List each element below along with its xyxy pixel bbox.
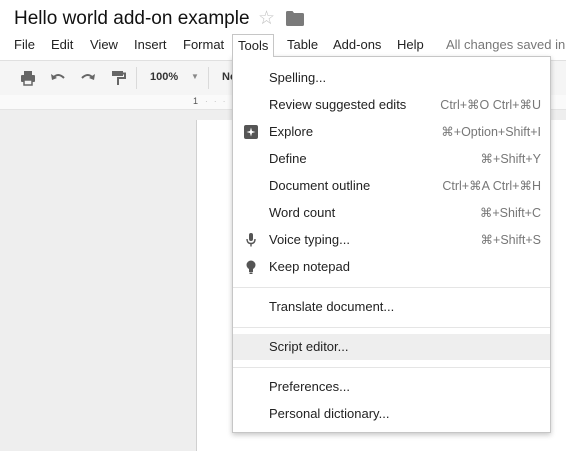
zoom-select[interactable]: 100% [150, 71, 178, 83]
menu-item-label: Spelling... [269, 70, 327, 85]
tools-menu: Spelling... Review suggested edits Ctrl+… [232, 56, 551, 433]
menu-item-label: Review suggested edits [269, 97, 407, 112]
menu-item-document-outline[interactable]: Document outline Ctrl+⌘A Ctrl+⌘H [233, 173, 550, 199]
menu-separator [233, 287, 550, 288]
menu-item-shortcut: ⌘+Shift+Y [480, 152, 541, 166]
star-icon[interactable]: ☆ [258, 7, 275, 30]
menu-item-explore[interactable]: Explore ⌘+Option+Shift+I [233, 119, 550, 145]
menu-table[interactable]: Table [287, 34, 318, 56]
menu-item-shortcut: ⌘+Option+Shift+I [441, 125, 541, 139]
menu-edit[interactable]: Edit [51, 34, 73, 56]
menu-file[interactable]: File [14, 34, 35, 56]
microphone-icon [246, 233, 256, 247]
menu-separator [233, 327, 550, 328]
menu-item-label: Personal dictionary... [269, 406, 390, 421]
menu-view[interactable]: View [90, 34, 118, 56]
menu-item-script-editor[interactable]: Script editor... [233, 334, 550, 360]
ruler-mark: 1 [193, 96, 199, 106]
menu-item-spelling[interactable]: Spelling... [233, 65, 550, 91]
title-bar: Hello world add-on example ☆ [0, 0, 566, 34]
menu-separator [233, 367, 550, 368]
menu-item-label: Keep notepad [269, 259, 350, 274]
undo-icon[interactable] [49, 69, 67, 87]
menu-add-ons[interactable]: Add-ons [333, 34, 381, 56]
menu-item-label: Define [269, 151, 307, 166]
menu-item-label: Preferences... [269, 379, 350, 394]
print-icon[interactable] [19, 69, 37, 87]
menu-insert[interactable]: Insert [134, 34, 167, 56]
paint-format-icon[interactable] [109, 69, 127, 87]
toolbar-divider [208, 67, 209, 89]
menu-item-label: Translate document... [269, 299, 395, 314]
menu-item-keep-notepad[interactable]: Keep notepad [233, 254, 550, 280]
explore-icon [244, 125, 258, 139]
menu-item-translate-document[interactable]: Translate document... [233, 294, 550, 320]
menu-item-define[interactable]: Define ⌘+Shift+Y [233, 146, 550, 172]
menu-bar: File Edit View Insert Format Tools Table… [0, 34, 566, 57]
menu-item-shortcut: Ctrl+⌘O Ctrl+⌘U [440, 98, 541, 112]
menu-help[interactable]: Help [397, 34, 424, 56]
folder-icon[interactable] [286, 11, 304, 26]
document-title[interactable]: Hello world add-on example [14, 8, 250, 30]
menu-item-voice-typing[interactable]: Voice typing... ⌘+Shift+S [233, 227, 550, 253]
redo-icon[interactable] [79, 69, 97, 87]
save-status[interactable]: All changes saved in [446, 34, 565, 56]
menu-item-label: Word count [269, 205, 336, 220]
menu-item-personal-dictionary[interactable]: Personal dictionary... [233, 401, 550, 427]
menu-item-label: Voice typing... [269, 232, 350, 247]
chevron-down-icon[interactable]: ▼ [191, 72, 199, 81]
toolbar-divider [136, 67, 137, 89]
menu-item-word-count[interactable]: Word count ⌘+Shift+C [233, 200, 550, 226]
lightbulb-icon [246, 260, 256, 274]
menu-item-label: Script editor... [269, 339, 349, 354]
menu-item-shortcut: ⌘+Shift+S [480, 233, 541, 247]
menu-item-label: Document outline [269, 178, 371, 193]
menu-item-shortcut: ⌘+Shift+C [479, 206, 541, 220]
menu-format[interactable]: Format [183, 34, 224, 56]
menu-item-shortcut: Ctrl+⌘A Ctrl+⌘H [442, 179, 541, 193]
menu-item-preferences[interactable]: Preferences... [233, 374, 550, 400]
menu-item-label: Explore [269, 124, 314, 139]
menu-item-review-suggested-edits[interactable]: Review suggested edits Ctrl+⌘O Ctrl+⌘U [233, 92, 550, 118]
menu-tools[interactable]: Tools [232, 34, 275, 57]
